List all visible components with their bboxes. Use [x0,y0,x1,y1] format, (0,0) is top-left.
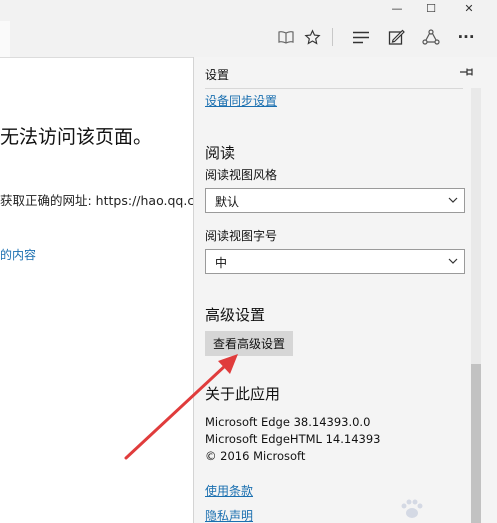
more-button[interactable]: ··· [455,26,477,48]
privacy-statement-link[interactable]: 隐私声明 [205,507,253,523]
settings-panel: 设置 设备同步设置 阅读 阅读视图风格 默认 阅读视图字号 中 高级设置 查看高… [193,57,497,523]
favorite-button[interactable] [301,26,323,48]
reading-font-size-value: 中 [215,256,228,270]
reading-view-icon [278,31,294,44]
reading-font-size-label: 阅读视图字号 [205,229,278,243]
watermark-paw-icon [401,499,423,518]
error-heading: 无法访问该页面。 [0,126,153,148]
pin-icon [460,68,473,76]
error-help-link[interactable]: 的内容 [0,246,36,263]
pin-button[interactable] [458,64,476,80]
reading-section-title: 阅读 [205,144,236,162]
settings-title: 设置 [205,68,230,82]
about-edgehtml-version: Microsoft EdgeHTML 14.14393 [205,432,381,446]
share-icon [422,28,440,45]
close-window-button[interactable]: ✕ [452,0,486,17]
chevron-down-icon [448,197,458,203]
reading-font-size-select[interactable]: 中 [205,249,465,274]
reading-view-button[interactable] [275,26,297,48]
minimize-button[interactable]: — [380,0,414,17]
panel-divider [205,88,463,89]
title-bar: — ☐ ✕ [0,0,497,17]
share-button[interactable] [420,26,442,48]
web-note-button[interactable] [385,26,407,48]
error-message: 获取正确的网址: https://hao.qq.c [0,193,195,208]
more-icon: ··· [457,28,475,46]
address-bar[interactable] [0,21,10,57]
view-advanced-settings-button[interactable]: 查看高级设置 [205,331,293,356]
advanced-section-title: 高级设置 [205,306,266,324]
hub-button[interactable] [350,26,372,48]
terms-of-use-link[interactable]: 使用条款 [205,482,253,499]
reading-style-value: 默认 [215,195,240,209]
device-sync-link[interactable]: 设备同步设置 [205,92,277,109]
toolbar-separator [332,28,333,46]
about-section-title: 关于此应用 [205,385,281,403]
reading-style-label: 阅读视图风格 [205,168,278,182]
about-edge-version: Microsoft Edge 38.14393.0.0 [205,415,371,429]
close-icon: ✕ [464,2,474,15]
web-note-icon [388,29,405,45]
favorite-star-icon [303,28,321,45]
hub-icon [353,31,369,43]
maximize-icon: ☐ [426,2,436,15]
chevron-down-icon [448,258,458,264]
reading-style-select[interactable]: 默认 [205,188,465,213]
maximize-button[interactable]: ☐ [414,0,448,17]
about-copyright: © 2016 Microsoft [205,449,306,463]
minimize-icon: — [391,2,403,15]
scrollbar-thumb[interactable] [471,364,481,523]
